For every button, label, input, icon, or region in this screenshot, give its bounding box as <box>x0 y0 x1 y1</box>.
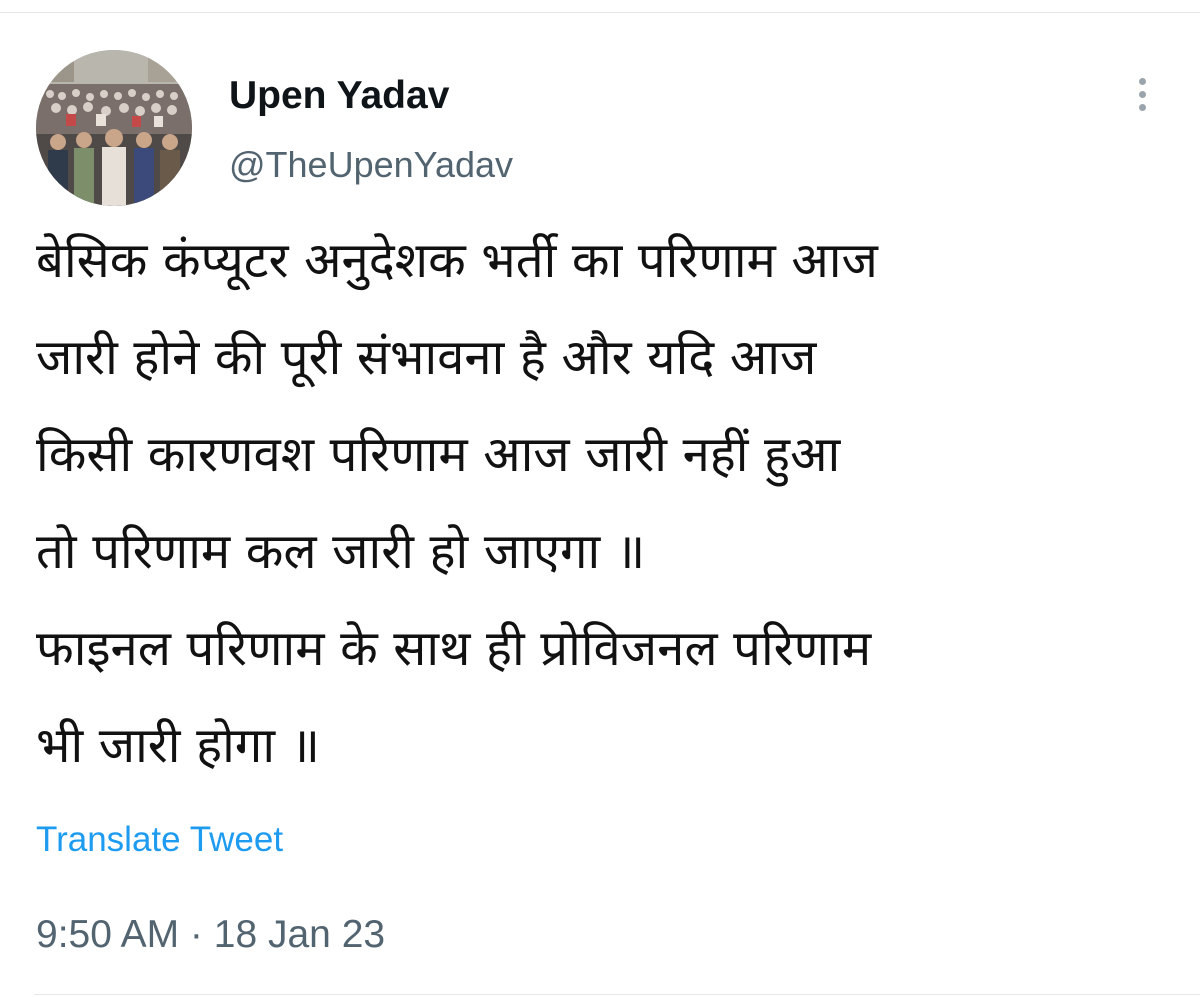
translate-tweet-link[interactable]: Translate Tweet <box>36 818 283 862</box>
bottom-divider <box>34 994 1200 995</box>
timestamp-separator: · <box>179 913 214 956</box>
tweet-text-line: बेसिक कंप्यूटर अनुदेशक भर्ती का परिणाम आ… <box>36 232 878 289</box>
tweet-text-line: किसी कारणवश परिणाम आज जारी नहीं हुआ <box>36 426 841 483</box>
more-options-button[interactable] <box>1120 72 1164 116</box>
avatar[interactable] <box>36 50 192 206</box>
avatar-photo <box>36 50 192 206</box>
top-divider <box>0 12 1200 13</box>
author-display-name[interactable]: Upen Yadav <box>229 72 449 120</box>
tweet-date: 18 Jan 23 <box>213 913 386 956</box>
tweet-text: बेसिक कंप्यूटर अनुदेशक भर्ती का परिणाम आ… <box>36 212 1186 794</box>
author-handle[interactable]: @TheUpenYadav <box>229 142 513 188</box>
tweet-text-line: फाइनल परिणाम के साथ ही प्रोविजनल परिणाम <box>36 620 872 677</box>
tweet-text-line: तो परिणाम कल जारी हो जाएगा ॥ <box>36 523 646 580</box>
tweet-timestamp[interactable]: 9:50 AM · 18 Jan 23 <box>36 910 385 960</box>
tweet-time: 9:50 AM <box>36 913 180 956</box>
tweet-text-line: भी जारी होगा ॥ <box>36 717 320 774</box>
tweet-text-line: जारी होने की पूरी संभावना है और यदि आज <box>36 329 817 386</box>
